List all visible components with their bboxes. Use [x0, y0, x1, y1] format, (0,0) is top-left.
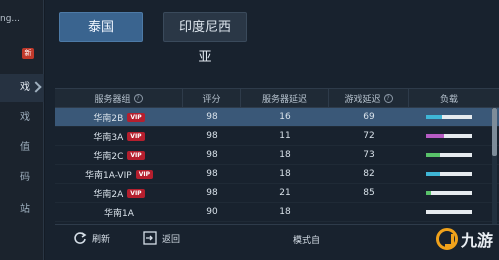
help-icon[interactable]: ? [383, 93, 393, 103]
cell-load [409, 203, 489, 221]
vip-badge: VIP [135, 169, 153, 179]
header-game-delay: 游戏延迟? [329, 89, 409, 107]
cell-server-delay: 18 [279, 207, 291, 217]
vip-badge: VIP [127, 150, 145, 160]
cell-game-delay: 85 [363, 188, 375, 198]
cell-load [409, 108, 489, 126]
cell-game-delay: 73 [363, 150, 375, 160]
cell-load [409, 146, 489, 164]
table-row[interactable]: 华南3A VIP 98 11 72 [55, 127, 499, 146]
sidebar-item-3[interactable]: 值 [0, 134, 44, 162]
cell-server-name: 华南2A VIP [55, 184, 183, 202]
load-bar [426, 134, 472, 138]
load-bar-fill [426, 172, 440, 176]
scroll-thumb[interactable] [492, 108, 497, 156]
watermark: 九游 [435, 227, 493, 251]
sidebar-item-5[interactable]: 站 [0, 196, 44, 224]
header-server-delay: 服务器延迟 [241, 89, 329, 107]
jiuyou-logo-icon [435, 228, 458, 250]
cell-score: 98 [206, 150, 218, 160]
mode-label: 模式自 [293, 236, 321, 246]
table-scrollbar[interactable] [492, 108, 497, 224]
cell-server-name: 华南3A VIP [55, 127, 183, 145]
cell-server-delay: 11 [279, 131, 291, 141]
table-row[interactable]: 华南1A 90 18 [55, 203, 499, 222]
table-row[interactable]: 华南2C VIP 98 18 73 [55, 146, 499, 165]
header-score: 评分 [183, 89, 241, 107]
load-bar [426, 153, 472, 157]
cell-score: 98 [206, 112, 218, 122]
refresh-button[interactable]: 刷新 [73, 229, 110, 247]
cell-load [409, 184, 489, 202]
sidebar: ng... 新 戏 戏 值 码 站 [0, 0, 44, 260]
cell-game-delay: 82 [363, 169, 375, 179]
vip-badge: VIP [127, 112, 145, 122]
sidebar-item-2[interactable]: 戏 [0, 104, 44, 132]
cell-server-name: 华南2C VIP [55, 146, 183, 164]
table-row[interactable]: 华南1A-VIP VIP 98 18 82 [55, 165, 499, 184]
server-table: 服务器组? 评分 服务器延迟 游戏延迟? 负载 华南2B VIP 98 16 69 华南3… [55, 88, 499, 222]
exit-icon [143, 231, 157, 245]
back-label: 返回 [162, 234, 181, 245]
cell-game-delay: 69 [363, 112, 375, 122]
refresh-label: 刷新 [92, 234, 111, 245]
help-icon[interactable]: ? [133, 93, 143, 103]
table-row[interactable]: 华南2A VIP 98 21 85 [55, 184, 499, 203]
header-server-group: 服务器组? [55, 89, 183, 107]
cell-server-delay: 16 [279, 112, 291, 122]
back-button[interactable]: 返回 [143, 229, 180, 247]
app-brand: ng... [0, 14, 20, 24]
header-load: 负载 [439, 94, 458, 105]
cell-server-delay: 21 [279, 188, 291, 198]
table-row[interactable]: 华南2B VIP 98 16 69 [55, 108, 499, 127]
cell-server-name: 华南1A [104, 208, 134, 219]
watermark-text: 九游 [460, 231, 493, 250]
new-badge: 新 [22, 48, 34, 59]
main-panel: 泰国 印度尼西亚 服务器组? 评分 服务器延迟 游戏延迟? 负载 华南2B VIP… [45, 0, 499, 260]
cell-server-name: 华南1A-VIP VIP [55, 165, 183, 183]
cell-server-name: 华南2B VIP [55, 108, 183, 126]
load-bar [426, 191, 472, 195]
load-bar [426, 115, 472, 119]
cell-load [409, 127, 489, 145]
vip-badge: VIP [127, 188, 145, 198]
tab-thailand[interactable]: 泰国 [59, 12, 143, 42]
cell-server-delay: 18 [279, 169, 291, 179]
table-body: 华南2B VIP 98 16 69 华南3A VIP 98 11 72 华南2C VIP 98 18 73 华… [55, 108, 499, 222]
load-bar-fill [426, 191, 431, 195]
load-bar [426, 210, 472, 214]
cell-server-delay: 18 [279, 150, 291, 160]
load-bar [426, 172, 472, 176]
refresh-icon [74, 232, 87, 244]
cell-score: 90 [206, 207, 218, 217]
cell-game-delay [329, 203, 409, 221]
vip-badge: VIP [127, 131, 145, 141]
load-bar-fill [426, 153, 440, 157]
load-bar-fill [426, 134, 445, 138]
footer: 刷新 返回 模式自 九游 [55, 224, 499, 260]
cell-game-delay: 72 [363, 131, 375, 141]
cell-score: 98 [206, 131, 218, 141]
tab-indonesia[interactable]: 印度尼西亚 [163, 12, 247, 65]
load-bar-fill [426, 115, 443, 119]
cell-score: 98 [206, 188, 218, 198]
table-header: 服务器组? 评分 服务器延迟 游戏延迟? 负载 [55, 88, 499, 108]
sidebar-item-4[interactable]: 码 [0, 164, 44, 192]
cell-load [409, 165, 489, 183]
cell-score: 98 [206, 169, 218, 179]
sidebar-item-game[interactable]: 戏 [0, 74, 44, 102]
